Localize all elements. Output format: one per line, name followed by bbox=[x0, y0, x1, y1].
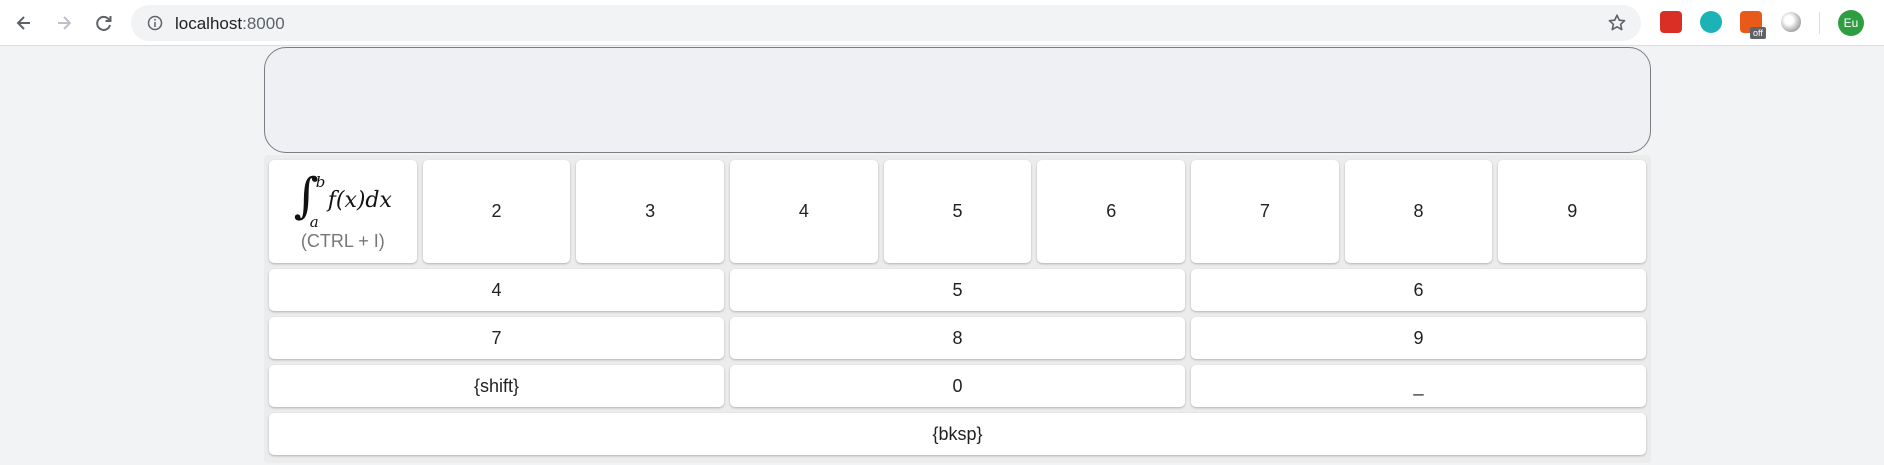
shift-key[interactable]: {shift} bbox=[269, 365, 724, 407]
back-arrow-icon bbox=[16, 16, 30, 30]
key-7[interactable]: 7 bbox=[269, 317, 724, 359]
key-6[interactable]: 6 bbox=[1191, 269, 1646, 311]
extension-off-badge: off bbox=[1750, 27, 1766, 39]
address-bar[interactable]: localhost:8000 bbox=[131, 5, 1641, 41]
key-0[interactable]: 0 bbox=[730, 365, 1185, 407]
key-4[interactable]: 4 bbox=[730, 160, 878, 263]
url-text[interactable]: localhost:8000 bbox=[175, 14, 285, 34]
back-button[interactable] bbox=[7, 6, 41, 40]
virtual-keyboard: ∫ b a f(x)dx (CTRL + I) 2 3 4 5 6 7 8 9 … bbox=[264, 155, 1651, 463]
key-3[interactable]: 3 bbox=[576, 160, 725, 263]
key-8[interactable]: 8 bbox=[730, 317, 1185, 359]
key-9[interactable]: 9 bbox=[1498, 160, 1647, 263]
underscore-key[interactable]: _ bbox=[1191, 365, 1646, 407]
key-5[interactable]: 5 bbox=[883, 160, 1032, 263]
bookmark-star-icon[interactable] bbox=[1607, 13, 1627, 33]
keyboard-row-4: {shift} 0 _ bbox=[269, 365, 1646, 407]
toolbar-divider bbox=[1819, 12, 1820, 34]
integral-key[interactable]: ∫ b a f(x)dx (CTRL + I) bbox=[269, 160, 417, 263]
forward-button[interactable] bbox=[47, 6, 81, 40]
key-8[interactable]: 8 bbox=[1344, 160, 1493, 263]
browser-toolbar: localhost:8000 off Eu bbox=[0, 0, 1884, 46]
site-info-icon[interactable] bbox=[147, 15, 163, 31]
key-7[interactable]: 7 bbox=[1191, 160, 1339, 263]
integral-shortcut-hint: (CTRL + I) bbox=[300, 231, 385, 251]
integral-sign: ∫ b a bbox=[293, 168, 326, 231]
extension-icon-4[interactable] bbox=[1781, 12, 1801, 32]
key-5[interactable]: 5 bbox=[730, 269, 1185, 311]
keyboard-row-5: {bksp} bbox=[269, 413, 1646, 455]
forward-arrow-icon bbox=[58, 16, 72, 30]
key-2[interactable]: 2 bbox=[422, 160, 571, 263]
profile-avatar[interactable]: Eu bbox=[1838, 10, 1864, 36]
backspace-key[interactable]: {bksp} bbox=[269, 413, 1646, 455]
extension-icon-1[interactable] bbox=[1660, 11, 1682, 33]
math-input-field[interactable] bbox=[264, 47, 1651, 153]
key-6[interactable]: 6 bbox=[1037, 160, 1186, 263]
key-9[interactable]: 9 bbox=[1191, 317, 1646, 359]
keyboard-row-2: 4 5 6 bbox=[269, 269, 1646, 311]
integral-body: f(x)dx bbox=[327, 187, 392, 213]
keyboard-row-3: 7 8 9 bbox=[269, 317, 1646, 359]
keyboard-row-1: ∫ b a f(x)dx (CTRL + I) 2 3 4 5 6 7 8 9 bbox=[269, 160, 1647, 263]
reload-button[interactable] bbox=[87, 6, 121, 40]
extension-icon-2[interactable] bbox=[1700, 11, 1722, 33]
key-4[interactable]: 4 bbox=[269, 269, 724, 311]
reload-icon bbox=[96, 15, 112, 31]
integral-formula: ∫ b a f(x)dx bbox=[293, 168, 392, 231]
